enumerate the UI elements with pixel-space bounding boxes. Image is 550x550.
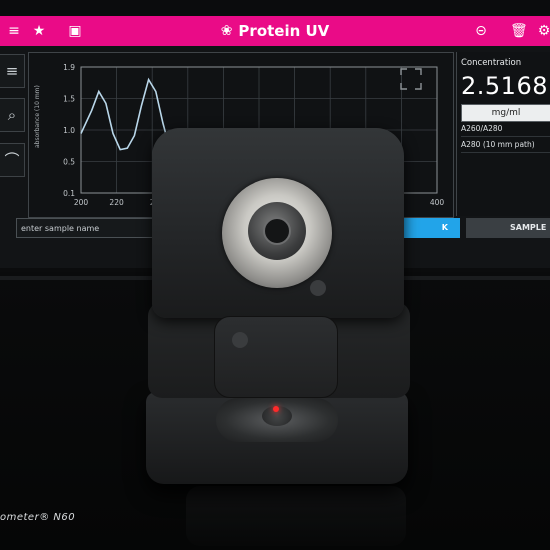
y-tick-label: 0.1 (63, 189, 75, 198)
base-reflection (186, 486, 406, 546)
unit-select[interactable]: mg/ml (461, 104, 550, 122)
logo-icon: ❀ (220, 23, 233, 39)
concentration-title: Concentration (461, 58, 522, 68)
trash-icon[interactable]: 🗑 (510, 23, 528, 39)
settings-icon[interactable]: ⚙ (536, 23, 550, 39)
brand-label: ometer® N60 (0, 512, 76, 523)
a280-row: A280 (10 mm path) (461, 138, 550, 153)
side-button-search[interactable]: ⌕ (0, 98, 25, 132)
concentration-value: 2.5168 (461, 72, 548, 100)
top-bar: ≡ ★ ▣ ❀ Protein UV ⊝ 🗑 ⚙ (0, 16, 550, 46)
side-button-1[interactable]: ≡ (0, 54, 25, 88)
arm-pin-right (310, 280, 326, 296)
ratio-row: A260/A280 (461, 122, 550, 137)
link-icon[interactable]: ⊝ (473, 23, 489, 39)
y-tick-label: 0.5 (63, 158, 75, 167)
lens-core (263, 217, 291, 245)
arm-pin-left (232, 332, 248, 348)
app-title: Protein UV (238, 22, 330, 40)
expand-icon (400, 68, 422, 90)
status-led (273, 406, 279, 412)
x-tick-label: 200 (74, 198, 89, 207)
sample-button[interactable]: SAMPLE (466, 218, 550, 238)
arm-hinge (214, 316, 338, 398)
x-tick-label: 400 (430, 198, 445, 207)
app-title-area: ❀ Protein UV (0, 16, 550, 46)
side-button-chart[interactable]: ⌒ (0, 143, 25, 177)
y-tick-label: 1.5 (63, 95, 75, 104)
y-tick-label: 1.9 (63, 63, 75, 72)
x-tick-label: 220 (109, 198, 124, 207)
y-tick-label: 1.0 (63, 126, 75, 135)
concentration-panel: Concentration 2.5168 mg/ml A260/A280 A28… (456, 52, 550, 216)
y-axis-label: absorbance (10 mm) (34, 85, 41, 148)
photo-stage: ≡ ★ ▣ ❀ Protein UV ⊝ 🗑 ⚙ ≡ ⌕ ⌒ 1.9 1.5 1.0… (0, 0, 550, 550)
